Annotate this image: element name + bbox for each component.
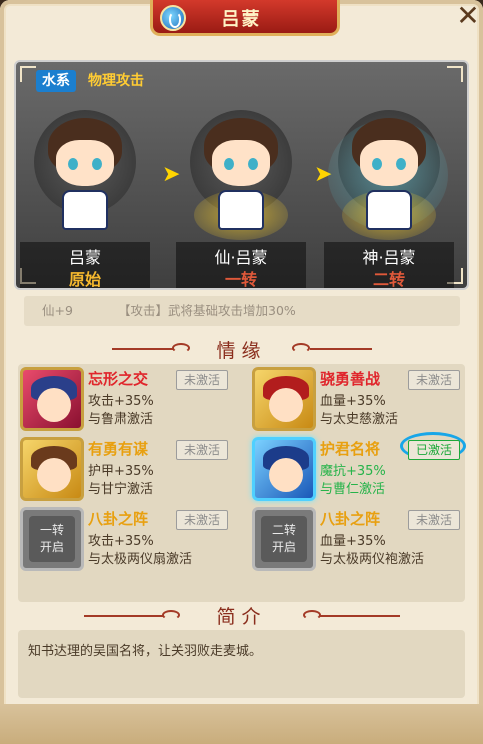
fate-condition: 与太极两仪扇激活 bbox=[88, 552, 193, 567]
fate-card-locked[interactable]: 一转 开启 八卦之阵 未激活 攻击+35% 与太极两仪扇激活 bbox=[18, 506, 240, 574]
fate-condition: 与曹仁激活 bbox=[320, 482, 386, 497]
hero-eye bbox=[92, 158, 102, 170]
hero-detail-panel: 吕蒙 ✕ 水系 物理攻击 吕蒙 原始 ➤ 仙·吕蒙 一转 ➤ 神·吕蒙 二转 仙… bbox=[0, 0, 483, 744]
divider-swirl bbox=[303, 610, 321, 620]
fate-status-badge: 已激活 bbox=[408, 440, 460, 460]
stage-name: 吕蒙 bbox=[68, 248, 101, 267]
skill-description: 【攻击】武将基础攻击增加30% bbox=[118, 303, 296, 318]
divider-line bbox=[310, 348, 372, 350]
hero-face bbox=[360, 140, 418, 186]
divider-swirl bbox=[292, 343, 310, 353]
hero-eye bbox=[248, 158, 258, 170]
avatar-face bbox=[269, 458, 303, 492]
fate-section-title: 情缘 bbox=[216, 340, 267, 362]
fate-name: 护君名将 bbox=[320, 440, 381, 458]
fate-condition: 与太极两仪袍激活 bbox=[320, 552, 425, 567]
attack-type-tag: 物理攻击 bbox=[88, 73, 144, 89]
fate-status-badge: 未激活 bbox=[176, 440, 228, 460]
fate-card[interactable]: 有勇有谋 未激活 护甲+35% 与甘宁激活 bbox=[18, 436, 240, 504]
lock-label: 二转 开启 bbox=[261, 516, 307, 562]
fate-condition: 与鲁肃激活 bbox=[88, 412, 154, 427]
lock-line: 开启 bbox=[39, 540, 64, 554]
fate-effect: 血量+35% bbox=[320, 394, 386, 409]
fate-effect: 护甲+35% bbox=[88, 464, 154, 479]
lock-line: 开启 bbox=[271, 540, 296, 554]
fate-name: 有勇有谋 bbox=[88, 440, 149, 458]
stage-original[interactable]: 吕蒙 原始 bbox=[20, 110, 150, 289]
fate-effect: 攻击+35% bbox=[88, 534, 154, 549]
fate-card[interactable]: 忘形之交 未激活 攻击+35% 与鲁肃激活 bbox=[18, 366, 240, 434]
fate-status-badge: 未激活 bbox=[176, 370, 228, 390]
stage-name: 仙·吕蒙 bbox=[214, 248, 268, 267]
fate-condition: 与太史慈激活 bbox=[320, 412, 399, 427]
intro-text: 知书达理的吴国名将，让关羽败走麦城。 bbox=[28, 644, 263, 659]
hero-avatar-icon bbox=[252, 367, 316, 431]
fate-status-badge: 未激活 bbox=[176, 510, 228, 530]
fate-name: 骁勇善战 bbox=[320, 370, 381, 388]
locked-slot-icon: 一转 开启 bbox=[20, 507, 84, 571]
avatar-face bbox=[269, 388, 303, 422]
hero-avatar-icon bbox=[20, 437, 84, 501]
fate-card-active[interactable]: 护君名将 已激活 魔抗+35% 与曹仁激活 bbox=[250, 432, 472, 504]
hero-face bbox=[56, 140, 114, 186]
fate-name: 八卦之阵 bbox=[88, 510, 149, 528]
lock-line: 二转 bbox=[271, 523, 296, 537]
fate-card[interactable]: 骁勇善战 未激活 血量+35% 与太史慈激活 bbox=[250, 366, 472, 434]
locked-slot-icon: 二转 开启 bbox=[252, 507, 316, 571]
stage-name: 神·吕蒙 bbox=[362, 248, 416, 267]
hero-title: 吕蒙 bbox=[221, 9, 262, 30]
hero-avatar-icon bbox=[252, 437, 316, 501]
fate-status-badge: 未激活 bbox=[408, 510, 460, 530]
stage-rank: 一转 bbox=[224, 270, 257, 289]
skill-level: 仙+9 bbox=[42, 303, 73, 318]
hero-eye bbox=[224, 158, 234, 170]
avatar-face bbox=[37, 388, 71, 422]
hero-evolution-area: 水系 物理攻击 吕蒙 原始 ➤ 仙·吕蒙 一转 ➤ 神·吕蒙 二转 bbox=[14, 60, 469, 290]
hero-body bbox=[62, 190, 108, 230]
fate-name: 忘形之交 bbox=[88, 370, 149, 388]
element-tag: 水系 bbox=[36, 70, 76, 92]
fate-name: 八卦之阵 bbox=[320, 510, 381, 528]
fate-card-locked[interactable]: 二转 开启 八卦之阵 未激活 血量+35% 与太极两仪袍激活 bbox=[250, 506, 472, 574]
lock-line: 一转 bbox=[39, 523, 64, 537]
fate-status-badge: 未激活 bbox=[408, 370, 460, 390]
fate-effect: 血量+35% bbox=[320, 534, 386, 549]
fate-effect: 魔抗+35% bbox=[320, 464, 386, 479]
lock-label: 一转 开启 bbox=[29, 516, 75, 562]
stage-rank: 原始 bbox=[68, 270, 101, 289]
hero-face bbox=[212, 140, 270, 186]
intro-box: 知书达理的吴国名将，让关羽败走麦城。 bbox=[18, 630, 465, 698]
divider-line bbox=[320, 615, 400, 617]
stage-rank: 二转 bbox=[372, 270, 405, 289]
skill-bar: 仙+9 【攻击】武将基础攻击增加30% bbox=[24, 296, 460, 326]
bottom-frame bbox=[0, 704, 483, 744]
fate-effect: 攻击+35% bbox=[88, 394, 154, 409]
corner-ornament bbox=[20, 66, 36, 82]
avatar-face bbox=[37, 458, 71, 492]
close-button[interactable]: ✕ bbox=[455, 2, 481, 30]
stage-second-transform[interactable]: 神·吕蒙 二转 bbox=[324, 110, 454, 289]
stage-first-transform[interactable]: 仙·吕蒙 一转 bbox=[176, 110, 306, 289]
fate-list: 忘形之交 未激活 攻击+35% 与鲁肃激活 骁勇善战 未激活 血量+35% 与太… bbox=[18, 364, 466, 602]
hero-avatar-icon bbox=[20, 367, 84, 431]
fate-condition: 与甘宁激活 bbox=[88, 482, 154, 497]
hero-eye bbox=[372, 158, 382, 170]
hero-body bbox=[366, 190, 412, 230]
corner-ornament bbox=[447, 66, 463, 82]
hero-eye bbox=[396, 158, 406, 170]
intro-section-title: 简介 bbox=[216, 606, 267, 628]
hero-eye bbox=[68, 158, 78, 170]
hero-body bbox=[218, 190, 264, 230]
